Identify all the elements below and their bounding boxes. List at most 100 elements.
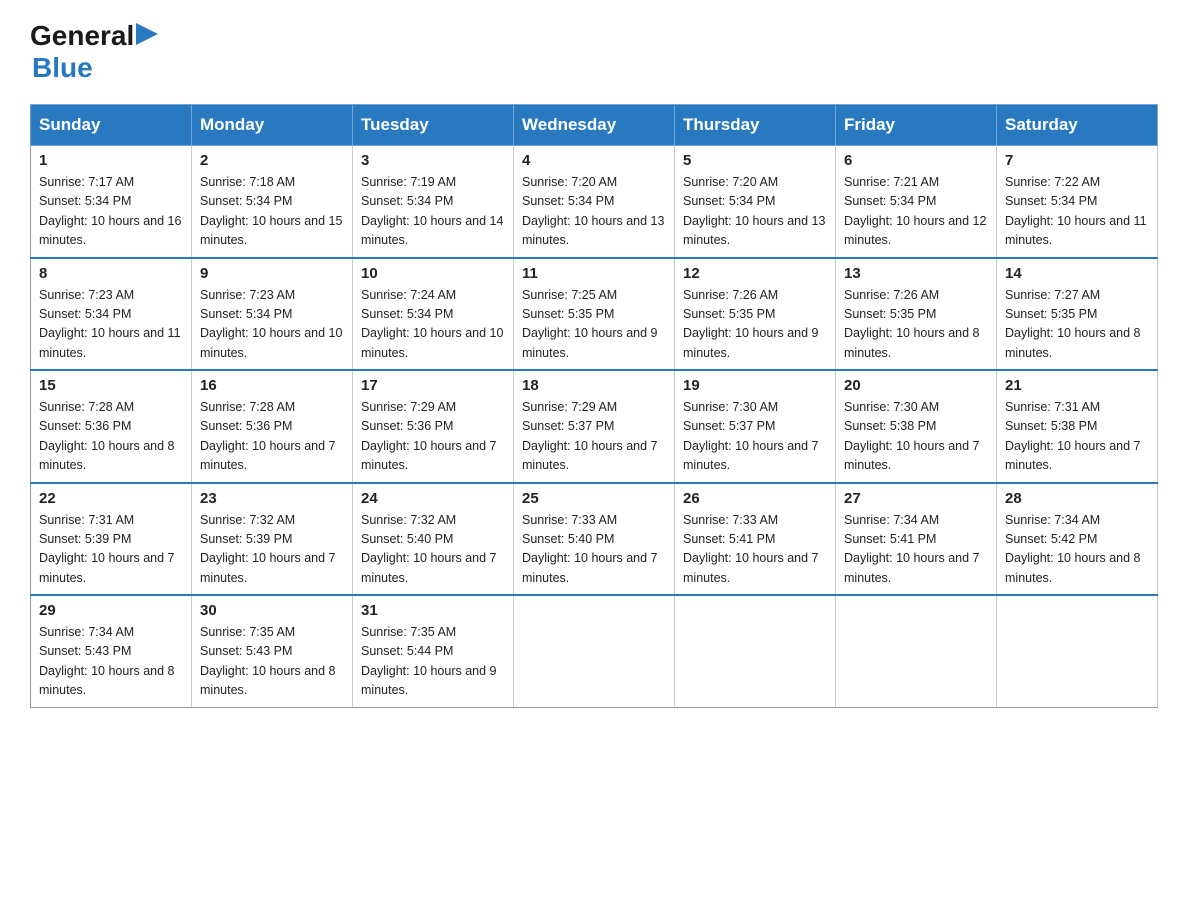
day-info: Sunrise: 7:32 AMSunset: 5:40 PMDaylight:… xyxy=(361,511,505,589)
column-header-saturday: Saturday xyxy=(997,105,1158,146)
logo: General Blue xyxy=(30,20,158,84)
calendar-day-cell: 31 Sunrise: 7:35 AMSunset: 5:44 PMDaylig… xyxy=(353,595,514,707)
calendar-day-cell: 14 Sunrise: 7:27 AMSunset: 5:35 PMDaylig… xyxy=(997,258,1158,371)
day-number: 24 xyxy=(361,490,505,507)
day-info: Sunrise: 7:34 AMSunset: 5:41 PMDaylight:… xyxy=(844,511,988,589)
calendar-day-cell: 11 Sunrise: 7:25 AMSunset: 5:35 PMDaylig… xyxy=(514,258,675,371)
page-header: General Blue xyxy=(30,20,1158,84)
day-number: 1 xyxy=(39,152,183,169)
day-info: Sunrise: 7:25 AMSunset: 5:35 PMDaylight:… xyxy=(522,286,666,364)
day-number: 13 xyxy=(844,265,988,282)
day-number: 23 xyxy=(200,490,344,507)
day-info: Sunrise: 7:20 AMSunset: 5:34 PMDaylight:… xyxy=(522,173,666,251)
day-number: 30 xyxy=(200,602,344,619)
day-number: 3 xyxy=(361,152,505,169)
calendar-day-cell: 21 Sunrise: 7:31 AMSunset: 5:38 PMDaylig… xyxy=(997,370,1158,483)
day-info: Sunrise: 7:27 AMSunset: 5:35 PMDaylight:… xyxy=(1005,286,1149,364)
calendar-day-cell: 6 Sunrise: 7:21 AMSunset: 5:34 PMDayligh… xyxy=(836,146,997,258)
day-number: 22 xyxy=(39,490,183,507)
column-header-sunday: Sunday xyxy=(31,105,192,146)
calendar-day-cell: 28 Sunrise: 7:34 AMSunset: 5:42 PMDaylig… xyxy=(997,483,1158,596)
day-number: 4 xyxy=(522,152,666,169)
day-number: 5 xyxy=(683,152,827,169)
day-info: Sunrise: 7:21 AMSunset: 5:34 PMDaylight:… xyxy=(844,173,988,251)
calendar-day-cell: 18 Sunrise: 7:29 AMSunset: 5:37 PMDaylig… xyxy=(514,370,675,483)
day-info: Sunrise: 7:35 AMSunset: 5:44 PMDaylight:… xyxy=(361,623,505,701)
day-number: 31 xyxy=(361,602,505,619)
calendar-week-row: 29 Sunrise: 7:34 AMSunset: 5:43 PMDaylig… xyxy=(31,595,1158,707)
calendar-day-cell xyxy=(514,595,675,707)
calendar-day-cell: 25 Sunrise: 7:33 AMSunset: 5:40 PMDaylig… xyxy=(514,483,675,596)
day-info: Sunrise: 7:33 AMSunset: 5:40 PMDaylight:… xyxy=(522,511,666,589)
day-number: 29 xyxy=(39,602,183,619)
column-header-monday: Monday xyxy=(192,105,353,146)
calendar-day-cell: 4 Sunrise: 7:20 AMSunset: 5:34 PMDayligh… xyxy=(514,146,675,258)
calendar-week-row: 15 Sunrise: 7:28 AMSunset: 5:36 PMDaylig… xyxy=(31,370,1158,483)
day-info: Sunrise: 7:34 AMSunset: 5:43 PMDaylight:… xyxy=(39,623,183,701)
day-info: Sunrise: 7:30 AMSunset: 5:38 PMDaylight:… xyxy=(844,398,988,476)
day-info: Sunrise: 7:18 AMSunset: 5:34 PMDaylight:… xyxy=(200,173,344,251)
calendar-day-cell: 22 Sunrise: 7:31 AMSunset: 5:39 PMDaylig… xyxy=(31,483,192,596)
calendar-header-row: SundayMondayTuesdayWednesdayThursdayFrid… xyxy=(31,105,1158,146)
column-header-friday: Friday xyxy=(836,105,997,146)
calendar-day-cell: 10 Sunrise: 7:24 AMSunset: 5:34 PMDaylig… xyxy=(353,258,514,371)
calendar-day-cell: 26 Sunrise: 7:33 AMSunset: 5:41 PMDaylig… xyxy=(675,483,836,596)
calendar-day-cell: 2 Sunrise: 7:18 AMSunset: 5:34 PMDayligh… xyxy=(192,146,353,258)
calendar-day-cell: 12 Sunrise: 7:26 AMSunset: 5:35 PMDaylig… xyxy=(675,258,836,371)
day-info: Sunrise: 7:29 AMSunset: 5:37 PMDaylight:… xyxy=(522,398,666,476)
logo-triangle-icon xyxy=(136,23,158,45)
day-number: 14 xyxy=(1005,265,1149,282)
logo-general-text: General xyxy=(30,20,134,52)
calendar-day-cell xyxy=(675,595,836,707)
calendar-week-row: 8 Sunrise: 7:23 AMSunset: 5:34 PMDayligh… xyxy=(31,258,1158,371)
day-number: 2 xyxy=(200,152,344,169)
calendar-day-cell: 9 Sunrise: 7:23 AMSunset: 5:34 PMDayligh… xyxy=(192,258,353,371)
calendar-day-cell: 20 Sunrise: 7:30 AMSunset: 5:38 PMDaylig… xyxy=(836,370,997,483)
calendar-day-cell: 16 Sunrise: 7:28 AMSunset: 5:36 PMDaylig… xyxy=(192,370,353,483)
column-header-tuesday: Tuesday xyxy=(353,105,514,146)
day-info: Sunrise: 7:19 AMSunset: 5:34 PMDaylight:… xyxy=(361,173,505,251)
day-info: Sunrise: 7:32 AMSunset: 5:39 PMDaylight:… xyxy=(200,511,344,589)
day-number: 12 xyxy=(683,265,827,282)
day-number: 20 xyxy=(844,377,988,394)
day-number: 6 xyxy=(844,152,988,169)
calendar-day-cell: 17 Sunrise: 7:29 AMSunset: 5:36 PMDaylig… xyxy=(353,370,514,483)
day-number: 18 xyxy=(522,377,666,394)
day-number: 25 xyxy=(522,490,666,507)
day-number: 7 xyxy=(1005,152,1149,169)
calendar-day-cell: 3 Sunrise: 7:19 AMSunset: 5:34 PMDayligh… xyxy=(353,146,514,258)
calendar-day-cell: 27 Sunrise: 7:34 AMSunset: 5:41 PMDaylig… xyxy=(836,483,997,596)
day-info: Sunrise: 7:17 AMSunset: 5:34 PMDaylight:… xyxy=(39,173,183,251)
calendar-day-cell xyxy=(836,595,997,707)
day-number: 11 xyxy=(522,265,666,282)
day-number: 10 xyxy=(361,265,505,282)
calendar-week-row: 22 Sunrise: 7:31 AMSunset: 5:39 PMDaylig… xyxy=(31,483,1158,596)
calendar-day-cell: 30 Sunrise: 7:35 AMSunset: 5:43 PMDaylig… xyxy=(192,595,353,707)
calendar-day-cell: 15 Sunrise: 7:28 AMSunset: 5:36 PMDaylig… xyxy=(31,370,192,483)
day-info: Sunrise: 7:28 AMSunset: 5:36 PMDaylight:… xyxy=(39,398,183,476)
day-info: Sunrise: 7:31 AMSunset: 5:38 PMDaylight:… xyxy=(1005,398,1149,476)
calendar-day-cell xyxy=(997,595,1158,707)
calendar-week-row: 1 Sunrise: 7:17 AMSunset: 5:34 PMDayligh… xyxy=(31,146,1158,258)
day-number: 27 xyxy=(844,490,988,507)
day-info: Sunrise: 7:23 AMSunset: 5:34 PMDaylight:… xyxy=(39,286,183,364)
day-number: 8 xyxy=(39,265,183,282)
calendar-day-cell: 1 Sunrise: 7:17 AMSunset: 5:34 PMDayligh… xyxy=(31,146,192,258)
day-info: Sunrise: 7:30 AMSunset: 5:37 PMDaylight:… xyxy=(683,398,827,476)
day-info: Sunrise: 7:28 AMSunset: 5:36 PMDaylight:… xyxy=(200,398,344,476)
calendar-day-cell: 7 Sunrise: 7:22 AMSunset: 5:34 PMDayligh… xyxy=(997,146,1158,258)
calendar-day-cell: 29 Sunrise: 7:34 AMSunset: 5:43 PMDaylig… xyxy=(31,595,192,707)
day-number: 19 xyxy=(683,377,827,394)
column-header-thursday: Thursday xyxy=(675,105,836,146)
calendar-day-cell: 23 Sunrise: 7:32 AMSunset: 5:39 PMDaylig… xyxy=(192,483,353,596)
day-info: Sunrise: 7:33 AMSunset: 5:41 PMDaylight:… xyxy=(683,511,827,589)
calendar-day-cell: 24 Sunrise: 7:32 AMSunset: 5:40 PMDaylig… xyxy=(353,483,514,596)
day-number: 15 xyxy=(39,377,183,394)
day-number: 28 xyxy=(1005,490,1149,507)
day-info: Sunrise: 7:26 AMSunset: 5:35 PMDaylight:… xyxy=(844,286,988,364)
day-info: Sunrise: 7:29 AMSunset: 5:36 PMDaylight:… xyxy=(361,398,505,476)
calendar-day-cell: 13 Sunrise: 7:26 AMSunset: 5:35 PMDaylig… xyxy=(836,258,997,371)
day-number: 9 xyxy=(200,265,344,282)
day-number: 21 xyxy=(1005,377,1149,394)
day-number: 16 xyxy=(200,377,344,394)
